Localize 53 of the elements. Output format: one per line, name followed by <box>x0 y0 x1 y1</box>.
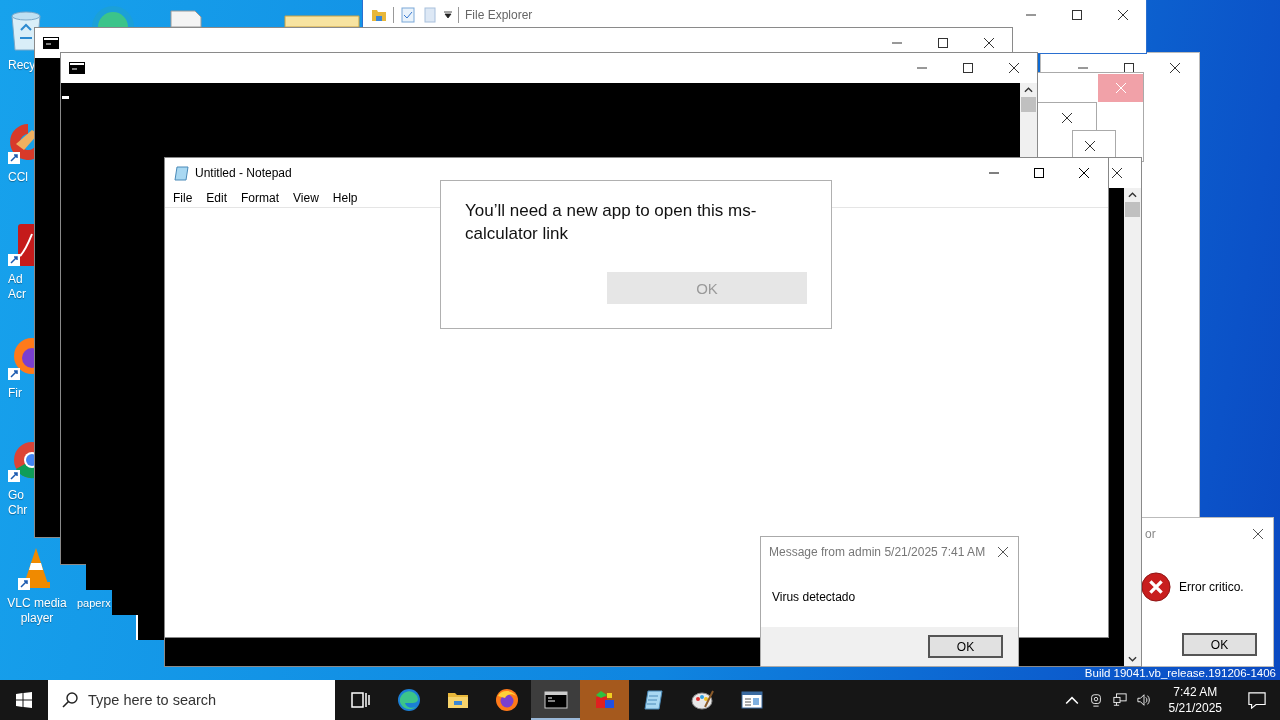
console-icon <box>43 37 59 49</box>
text-cursor <box>62 96 69 99</box>
palette-icon <box>690 688 715 712</box>
properties-icon[interactable] <box>400 7 416 23</box>
firefox-icon <box>494 688 519 712</box>
search-icon <box>62 692 78 708</box>
close-icon[interactable] <box>1009 63 1019 73</box>
maximize-icon[interactable] <box>1072 10 1082 20</box>
maximize-icon[interactable] <box>963 63 973 73</box>
dialog-title: Message from admin 5/21/2025 7:41 AM <box>769 545 986 559</box>
close-icon[interactable] <box>1170 63 1180 73</box>
windows-logo-icon[interactable] <box>16 692 32 708</box>
webcam-icon[interactable] <box>1088 693 1103 707</box>
menu-item[interactable]: Edit <box>199 190 235 205</box>
scrollbar-thumb[interactable] <box>1021 97 1036 112</box>
maximize-icon[interactable] <box>1034 168 1044 178</box>
volume-icon[interactable] <box>1136 693 1151 707</box>
scrollbar-thumb[interactable] <box>1125 202 1140 217</box>
error-message: Error critico. <box>1179 580 1244 594</box>
close-icon[interactable] <box>1079 168 1089 178</box>
window-title: File Explorer <box>465 8 533 22</box>
console-icon <box>69 62 85 74</box>
dialog-message: You’ll need a new app to open this ms-calculator link <box>465 200 758 245</box>
ok-button[interactable]: OK <box>1182 633 1257 656</box>
console-icon <box>543 688 568 712</box>
window-icon <box>739 688 764 712</box>
network-icon[interactable] <box>1112 693 1127 707</box>
build-info: Build 19041.vb_release.191206-1406 <box>1084 667 1276 680</box>
menu-item[interactable]: File <box>166 190 200 205</box>
close-icon[interactable] <box>1112 168 1122 178</box>
window-title: Untitled - Notepad <box>195 166 292 180</box>
error-icon <box>1141 572 1171 602</box>
notification-icon[interactable] <box>1248 691 1266 709</box>
clock[interactable]: 7:42 AM 5/21/2025 <box>1160 684 1230 716</box>
maximize-icon[interactable] <box>938 38 948 48</box>
menu-item[interactable]: Format <box>234 190 287 205</box>
search-field[interactable]: Type here to search <box>48 680 335 720</box>
notepad-icon <box>173 165 189 181</box>
menu-item[interactable]: View <box>286 190 326 205</box>
close-icon[interactable] <box>1062 113 1072 123</box>
close-icon[interactable] <box>1085 141 1095 151</box>
taskbar-app[interactable] <box>531 680 580 720</box>
dialog-message: Virus detectado <box>772 590 856 604</box>
edge-icon <box>396 688 421 712</box>
close-icon[interactable] <box>984 38 994 48</box>
close-icon[interactable] <box>1118 10 1128 20</box>
dropdown-icon[interactable] <box>444 11 452 19</box>
dialog-title: or <box>1145 527 1156 541</box>
close-icon[interactable] <box>1253 529 1263 539</box>
close-icon[interactable] <box>998 547 1008 557</box>
menu-item[interactable]: Help <box>325 190 365 205</box>
notepad-icon <box>641 688 666 712</box>
ok-button[interactable]: OK <box>928 635 1003 658</box>
